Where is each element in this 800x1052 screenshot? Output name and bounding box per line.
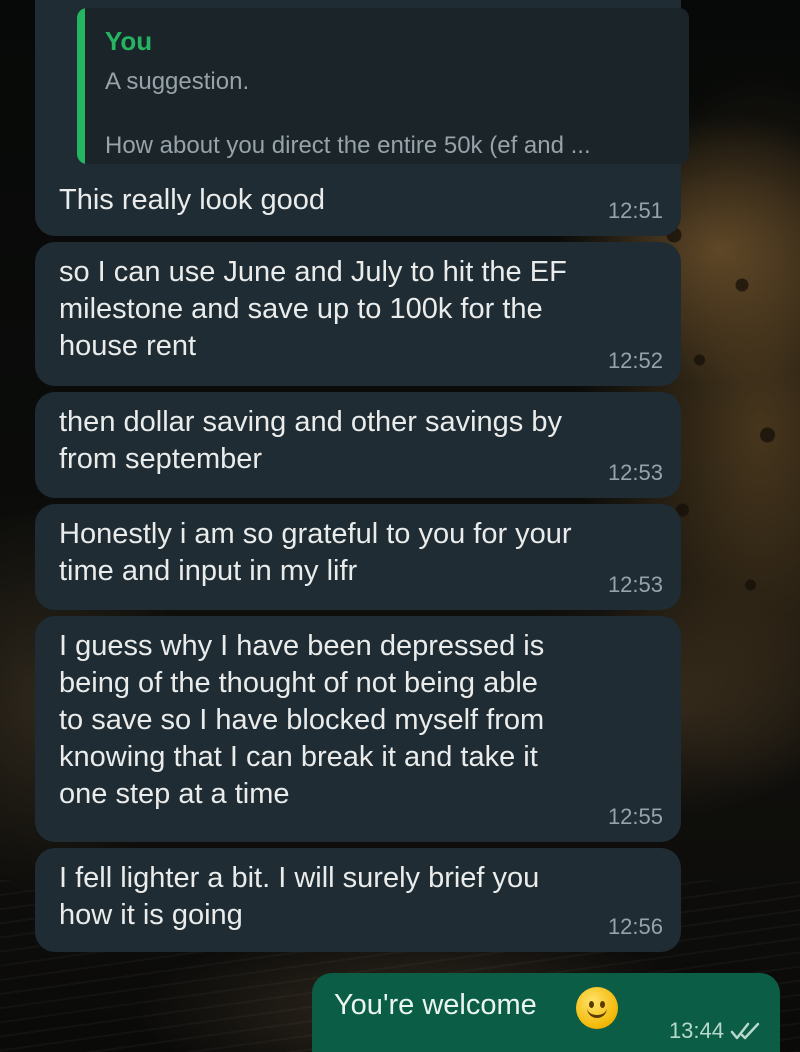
- message-bubble-outgoing[interactable]: You're welcome 13:44: [312, 973, 780, 1052]
- double-check-icon: [730, 1022, 760, 1040]
- message-time: 13:44: [668, 1018, 724, 1043]
- emoji-mouth: [587, 1007, 607, 1018]
- message-bubble-incoming[interactable]: You A suggestion. How about you direct t…: [35, 0, 689, 236]
- quoted-reply[interactable]: You A suggestion. How about you direct t…: [77, 8, 689, 164]
- message-time: 12:56: [607, 914, 663, 939]
- message-text: so I can use June and July to hit the EF…: [59, 256, 567, 362]
- message-time: 12:53: [607, 460, 663, 485]
- message-time: 12:55: [607, 804, 663, 829]
- message-time: 12:52: [607, 348, 663, 373]
- message-time: 12:53: [607, 572, 663, 597]
- message-text: then dollar saving and other savings by …: [59, 406, 562, 475]
- message-text: I fell lighter a bit. I will surely brie…: [59, 862, 540, 931]
- message-text: I guess why I have been depressed is bei…: [59, 630, 545, 810]
- quote-accent-bar: [77, 8, 85, 164]
- message-bubble-incoming[interactable]: so I can use June and July to hit the EF…: [35, 242, 681, 386]
- quoted-author: You: [105, 26, 153, 56]
- message-time: 12:51: [607, 198, 663, 223]
- message-bubble-incoming[interactable]: Honestly i am so grateful to you for you…: [35, 504, 681, 610]
- quoted-text-line: A suggestion.: [105, 68, 250, 95]
- message-text: You're welcome: [334, 989, 537, 1021]
- message-text: Honestly i am so grateful to you for you…: [59, 518, 572, 587]
- message-text: This really look good: [59, 184, 325, 216]
- message-meta: 13:44: [669, 1018, 764, 1044]
- message-bubble-incoming[interactable]: I fell lighter a bit. I will surely brie…: [35, 848, 681, 952]
- message-bubble-incoming[interactable]: I guess why I have been depressed is bei…: [35, 616, 681, 842]
- smiling-face-icon: [576, 987, 618, 1029]
- quoted-text-line: How about you direct the entire 50k (ef …: [105, 132, 591, 159]
- message-bubble-incoming[interactable]: then dollar saving and other savings by …: [35, 392, 681, 498]
